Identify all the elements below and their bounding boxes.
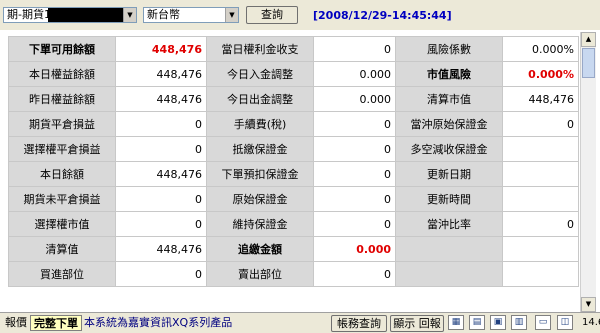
field-value: 0 <box>502 211 579 237</box>
field-value: 448,476 <box>115 36 207 62</box>
field-value <box>502 136 579 162</box>
account-summary-grid: 下單可用餘額 448,476 當日權利金收支 0 風險係數 0.000% 本日權益餘額 448… <box>8 36 579 287</box>
field-label: 賣出部位 <box>206 261 314 287</box>
field-label: 下單預扣保證金 <box>206 161 314 187</box>
field-label: 今日入金調整 <box>206 61 314 87</box>
field-label: 當沖比率 <box>395 211 503 237</box>
field-label: 追繳金額 <box>206 236 314 262</box>
field-value: 448,476 <box>115 61 207 87</box>
product-marquee: 本系統為嘉實資訊XQ系列產品 <box>84 316 233 329</box>
field-value: 0.000 <box>313 86 396 112</box>
calendar-icon[interactable]: ▦ <box>448 315 464 330</box>
field-label: 選擇權平倉損益 <box>8 136 116 162</box>
chevron-down-icon[interactable]: ▼ <box>225 8 238 22</box>
field-label: 昨日權益餘額 <box>8 86 116 112</box>
field-label <box>395 236 503 262</box>
table-row: 期貨平倉損益 0 手續費(稅) 0 當沖原始保證金 0 <box>8 111 579 137</box>
top-toolbar: 期-期貨1208 ▼ 新台幣 ▼ 查詢 [2008/12/29-14:45:44… <box>0 0 600 30</box>
field-value: 0 <box>313 186 396 212</box>
account-query-button[interactable]: 帳務查詢 <box>331 315 387 332</box>
field-label: 下單可用餘額 <box>8 36 116 62</box>
field-value: 448,476 <box>502 86 579 112</box>
field-label: 當日權利金收支 <box>206 36 314 62</box>
chart-icon[interactable]: ▥ <box>511 315 527 330</box>
chevron-down-icon[interactable]: ▼ <box>123 8 136 22</box>
field-value: 0 <box>115 136 207 162</box>
chevron-up-icon[interactable]: ▲ <box>581 32 596 47</box>
field-value <box>502 236 579 262</box>
field-label: 今日出金調整 <box>206 86 314 112</box>
field-label: 抵繳保證金 <box>206 136 314 162</box>
field-label: 更新時間 <box>395 186 503 212</box>
field-value: 0 <box>313 136 396 162</box>
field-value <box>502 261 579 287</box>
chevron-down-icon[interactable]: ▼ <box>581 297 596 312</box>
show-report-button[interactable]: 顯示 回報 <box>390 315 444 332</box>
monitor-icon[interactable]: ▭ <box>535 315 551 330</box>
masked-account-number <box>48 8 130 22</box>
network-icon[interactable]: ◫ <box>557 315 573 330</box>
field-value: 0 <box>313 161 396 187</box>
grid-icon[interactable]: ▤ <box>469 315 485 330</box>
field-label: 清算市值 <box>395 86 503 112</box>
field-label: 手續費(稅) <box>206 111 314 137</box>
update-timestamp: [2008/12/29-14:45:44] <box>313 9 452 22</box>
field-label: 本日餘額 <box>8 161 116 187</box>
table-row: 下單可用餘額 448,476 當日權利金收支 0 風險係數 0.000% <box>8 36 579 62</box>
field-value: 0.000 <box>313 236 396 262</box>
scrollbar-thumb[interactable] <box>582 48 595 78</box>
field-value: 0 <box>313 261 396 287</box>
field-label: 更新日期 <box>395 161 503 187</box>
field-label: 期貨未平倉損益 <box>8 186 116 212</box>
bottom-taskbar: 報價 完整下單 本系統為嘉實資訊XQ系列產品 帳務查詢 顯示 回報 ▦ ▤ ▣ … <box>0 312 600 333</box>
field-value: 0.000 <box>313 61 396 87</box>
field-label <box>395 261 503 287</box>
field-label: 原始保證金 <box>206 186 314 212</box>
field-value: 0 <box>313 36 396 62</box>
field-label: 當沖原始保證金 <box>395 111 503 137</box>
field-label: 多空減收保證金 <box>395 136 503 162</box>
table-row: 選擇權平倉損益 0 抵繳保證金 0 多空減收保證金 <box>8 136 579 162</box>
field-value: 0 <box>115 186 207 212</box>
field-value <box>502 161 579 187</box>
field-value: 0 <box>502 111 579 137</box>
field-value: 0 <box>115 211 207 237</box>
field-value: 0.000% <box>502 61 579 87</box>
tab-report[interactable]: 報價 <box>2 315 30 331</box>
table-row: 買進部位 0 賣出部位 0 <box>8 261 579 287</box>
field-label: 選擇權市值 <box>8 211 116 237</box>
account-select[interactable]: 期-期貨1208 ▼ <box>3 7 137 23</box>
field-label: 風險係數 <box>395 36 503 62</box>
field-value: 0 <box>313 111 396 137</box>
tab-full-order[interactable]: 完整下單 <box>30 315 82 331</box>
field-label: 本日權益餘額 <box>8 61 116 87</box>
field-label: 市值風險 <box>395 61 503 87</box>
currency-select-value: 新台幣 <box>147 8 180 21</box>
field-label: 維持保證金 <box>206 211 314 237</box>
table-row: 昨日權益餘額 448,476 今日出金調整 0.000 清算市值 448,476 <box>8 86 579 112</box>
query-button[interactable]: 查詢 <box>246 6 298 24</box>
table-row: 清算值 448,476 追繳金額 0.000 <box>8 236 579 262</box>
table-row: 本日權益餘額 448,476 今日入金調整 0.000 市值風險 0.000% <box>8 61 579 87</box>
vertical-scrollbar[interactable]: ▲ ▼ <box>580 32 596 312</box>
table-row: 本日餘額 448,476 下單預扣保證金 0 更新日期 <box>8 161 579 187</box>
field-label: 買進部位 <box>8 261 116 287</box>
field-value: 0 <box>115 261 207 287</box>
table-row: 選擇權市值 0 維持保證金 0 當沖比率 0 <box>8 211 579 237</box>
table-row: 期貨未平倉損益 0 原始保證金 0 更新時間 <box>8 186 579 212</box>
field-value: 448,476 <box>115 86 207 112</box>
field-label: 清算值 <box>8 236 116 262</box>
currency-select[interactable]: 新台幣 ▼ <box>143 7 239 23</box>
field-value: 0 <box>313 211 396 237</box>
field-value <box>502 186 579 212</box>
field-value: 0.000% <box>502 36 579 62</box>
field-label: 期貨平倉損益 <box>8 111 116 137</box>
keypad-icon[interactable]: ▣ <box>490 315 506 330</box>
field-value: 0 <box>115 111 207 137</box>
field-value: 448,476 <box>115 161 207 187</box>
field-value: 448,476 <box>115 236 207 262</box>
status-text: 14.6 <box>582 317 600 328</box>
